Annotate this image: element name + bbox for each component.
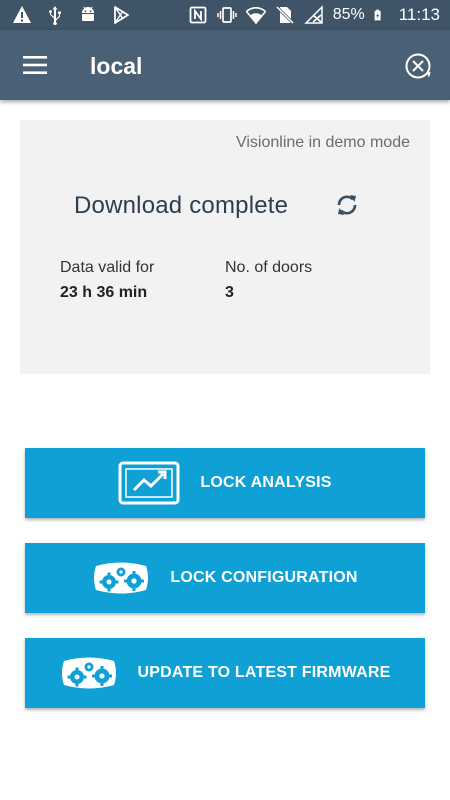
data-valid-label: Data valid for [60, 259, 155, 276]
status-bar: 85% 11:13 [0, 0, 450, 30]
battery-icon [374, 9, 381, 21]
demo-mode-text: Visionline in demo mode [235, 134, 410, 151]
hamburger-menu-icon[interactable] [22, 53, 48, 77]
android-icon [82, 6, 94, 21]
doors-stat: No. of doors 3 [225, 258, 312, 303]
status-bar-left [12, 5, 131, 25]
analysis-chart-icon [118, 461, 180, 505]
close-circle-icon[interactable] [404, 52, 432, 80]
wifi-icon [245, 7, 266, 25]
warning-icon [13, 6, 31, 23]
lock-analysis-label: LOCK ANALYSIS [200, 474, 332, 491]
status-card: Visionline in demo mode Download complet… [20, 120, 430, 374]
nfc-icon [189, 6, 207, 24]
doors-label: No. of doors [225, 259, 313, 276]
lock-configuration-button[interactable]: LOCK CONFIGURATION [25, 543, 425, 613]
no-sim-icon [275, 5, 294, 25]
usb-icon [49, 6, 61, 25]
status-bar-time: 11:13 [398, 5, 440, 24]
data-valid-stat: Data valid for 23 h 36 min [60, 258, 154, 303]
refresh-icon[interactable] [334, 192, 360, 218]
update-firmware-label: UPDATE TO LATEST FIRMWARE [137, 664, 391, 681]
gears-icon [61, 657, 116, 689]
update-firmware-button[interactable]: UPDATE TO LATEST FIRMWARE [25, 638, 425, 708]
lock-configuration-label: LOCK CONFIGURATION [170, 569, 358, 586]
gears-icon [94, 562, 149, 594]
app-title: local [90, 53, 143, 79]
data-valid-value: 23 h 36 min [60, 284, 148, 301]
download-status: Download complete [74, 192, 289, 219]
lock-analysis-button[interactable]: LOCK ANALYSIS [25, 448, 425, 518]
status-bar-right: 85% 11:13 [188, 5, 440, 25]
signal-off-icon [303, 5, 323, 24]
play-store-icon [114, 6, 129, 24]
vibrate-icon [216, 7, 237, 23]
battery-percent: 85% [332, 6, 365, 23]
doors-value: 3 [225, 284, 234, 301]
app-bar: local [0, 30, 450, 100]
